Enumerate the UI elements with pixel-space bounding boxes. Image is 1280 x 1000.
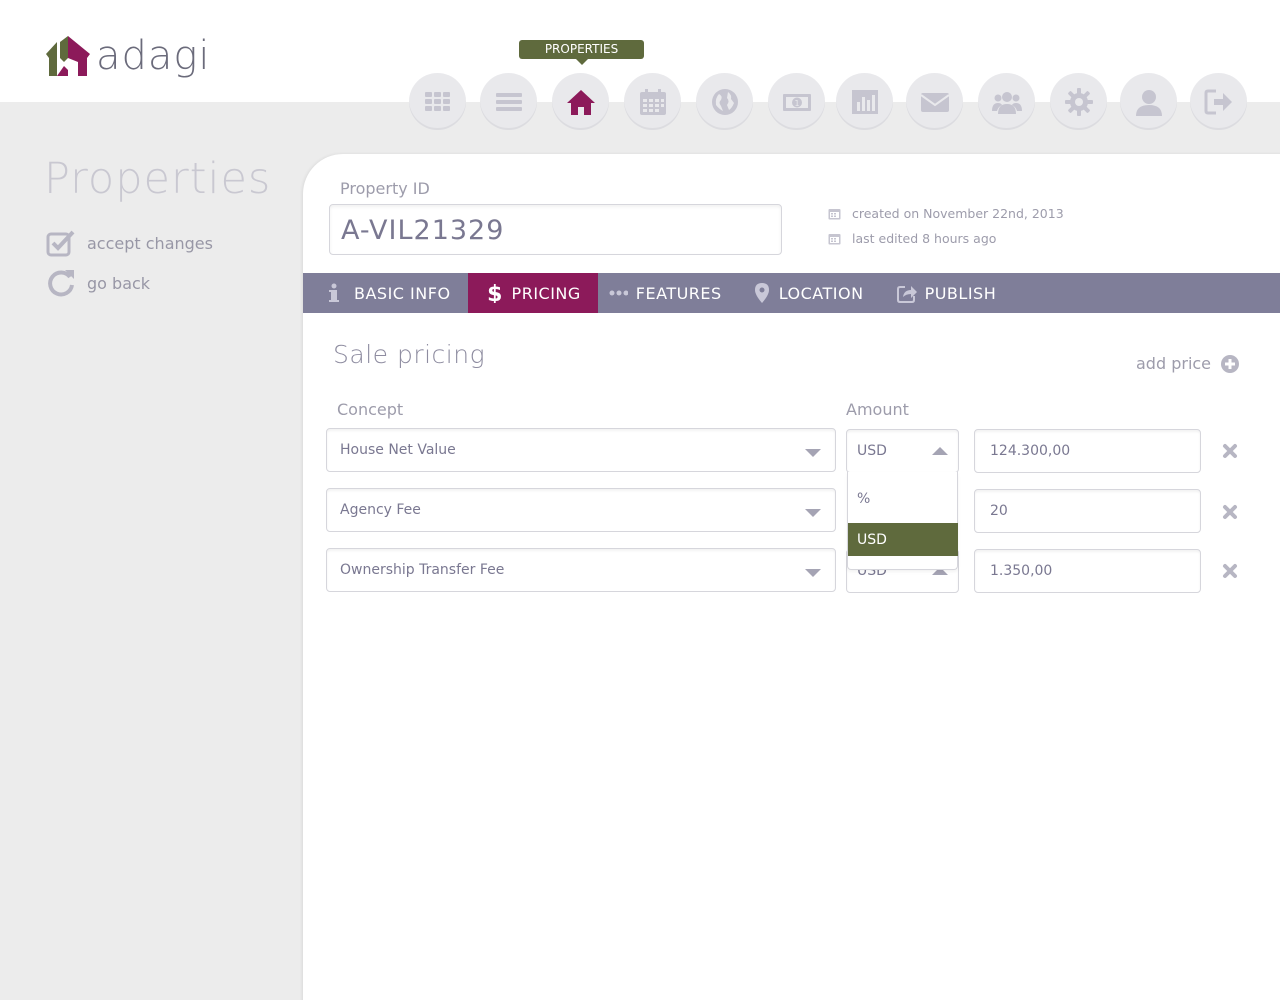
- nav-settings-button[interactable]: [1050, 73, 1107, 130]
- tab-location[interactable]: LOCATION: [739, 273, 881, 313]
- refresh-icon: [48, 270, 74, 297]
- users-icon: [991, 91, 1022, 114]
- gear-icon: [1064, 87, 1093, 116]
- chevron-down-icon: [805, 509, 821, 517]
- chevron-up-icon: [932, 447, 948, 455]
- nav-map-button[interactable]: [696, 73, 753, 130]
- remove-row-icon[interactable]: [1222, 443, 1238, 459]
- tab-features[interactable]: FEATURES: [598, 273, 739, 313]
- list-icon: [495, 92, 522, 111]
- nav-contacts-button[interactable]: [978, 73, 1035, 130]
- page-title: Properties: [44, 154, 272, 204]
- unit-value: USD: [857, 443, 887, 459]
- remove-row-icon[interactable]: [1222, 563, 1238, 579]
- amount-value: 20: [990, 503, 1008, 519]
- logo[interactable]: adagi: [46, 36, 211, 76]
- unit-select[interactable]: USD: [846, 429, 959, 473]
- calendar-icon: [828, 234, 841, 245]
- money-icon: 1: [782, 93, 811, 111]
- map-marker-icon: [754, 283, 769, 303]
- edited-date: last edited 8 hours ago: [852, 231, 997, 246]
- amount-value: 1.350,00: [990, 563, 1053, 579]
- tab-label: LOCATION: [778, 283, 864, 303]
- go-back-label: go back: [87, 273, 151, 293]
- nav-list-button[interactable]: [480, 73, 537, 130]
- nav-profile-button[interactable]: [1120, 73, 1177, 130]
- concept-column-label: Concept: [337, 400, 404, 419]
- tab-pricing[interactable]: $ PRICING: [467, 273, 598, 313]
- amount-value: 124.300,00: [990, 443, 1071, 459]
- nav-tooltip: PROPERTIES: [519, 40, 644, 65]
- amount-input[interactable]: 124.300,00: [974, 429, 1201, 473]
- dollar-icon: $: [487, 283, 503, 303]
- created-meta: created on November 22nd, 2013: [828, 206, 1064, 221]
- editor-tabs: BASIC INFO $ PRICING FEATURES LOCATION P…: [303, 273, 1280, 313]
- concept-value: House Net Value: [340, 442, 456, 458]
- property-id-input[interactable]: A-VIL21329: [329, 204, 782, 255]
- add-price-label: add price: [1136, 354, 1212, 373]
- plus-circle-icon: [1221, 354, 1240, 373]
- user-icon: [1135, 89, 1162, 116]
- edited-meta: last edited 8 hours ago: [828, 231, 996, 246]
- dots-icon: [609, 290, 628, 296]
- add-price-button[interactable]: add price: [1136, 354, 1240, 373]
- calendar-icon: [639, 88, 666, 115]
- nav-properties-button[interactable]: [552, 73, 609, 130]
- svg-text:$: $: [487, 283, 503, 303]
- tab-label: PUBLISH: [924, 283, 997, 303]
- logo-text: adagi: [96, 33, 211, 79]
- nav-finance-button[interactable]: 1: [768, 73, 825, 130]
- property-editor-panel: Property ID A-VIL21329 created on Novemb…: [303, 154, 1280, 1000]
- accept-changes-button[interactable]: accept changes: [46, 228, 213, 258]
- globe-icon: [711, 88, 738, 115]
- home-icon: [566, 89, 595, 115]
- concept-select[interactable]: House Net Value: [326, 428, 836, 472]
- concept-select[interactable]: Ownership Transfer Fee: [326, 548, 836, 592]
- share-icon: [896, 286, 917, 303]
- nav-messages-button[interactable]: [906, 73, 963, 130]
- nav-dashboard-button[interactable]: [409, 73, 466, 130]
- amount-column-label: Amount: [846, 400, 909, 419]
- tab-publish[interactable]: PUBLISH: [881, 273, 1014, 313]
- checkbox-check-icon: [46, 230, 75, 257]
- nav-logout-button[interactable]: [1190, 73, 1247, 130]
- tab-label: BASIC INFO: [354, 283, 451, 303]
- tab-label: FEATURES: [635, 283, 722, 303]
- amount-input[interactable]: 1.350,00: [974, 549, 1201, 593]
- unit-option-percent[interactable]: %: [848, 482, 958, 515]
- envelope-icon: [919, 92, 950, 112]
- nav-calendar-button[interactable]: [624, 73, 681, 130]
- chevron-down-icon: [805, 449, 821, 457]
- grid-icon: [424, 91, 450, 111]
- remove-row-icon[interactable]: [1222, 504, 1238, 520]
- go-back-button[interactable]: go back: [46, 268, 150, 298]
- chevron-down-icon: [805, 569, 821, 577]
- calendar-icon: [828, 209, 841, 220]
- unit-dropdown-menu: % USD: [847, 472, 958, 570]
- unit-option-usd[interactable]: USD: [848, 523, 958, 556]
- nav-reports-button[interactable]: [836, 73, 893, 130]
- tab-basic-info[interactable]: BASIC INFO: [303, 273, 468, 313]
- section-title: Sale pricing: [333, 340, 486, 369]
- logo-icon: [46, 36, 90, 76]
- amount-input[interactable]: 20: [974, 489, 1201, 533]
- tab-label: PRICING: [511, 283, 581, 303]
- concept-select[interactable]: Agency Fee: [326, 488, 836, 532]
- info-icon: [329, 283, 339, 302]
- svg-text:1: 1: [794, 99, 799, 108]
- created-date: created on November 22nd, 2013: [852, 206, 1064, 221]
- accept-changes-label: accept changes: [87, 233, 213, 253]
- concept-value: Agency Fee: [340, 502, 421, 518]
- logout-icon: [1204, 89, 1232, 114]
- property-id-label: Property ID: [340, 179, 430, 198]
- bar-chart-icon: [851, 89, 878, 114]
- concept-value: Ownership Transfer Fee: [340, 562, 505, 578]
